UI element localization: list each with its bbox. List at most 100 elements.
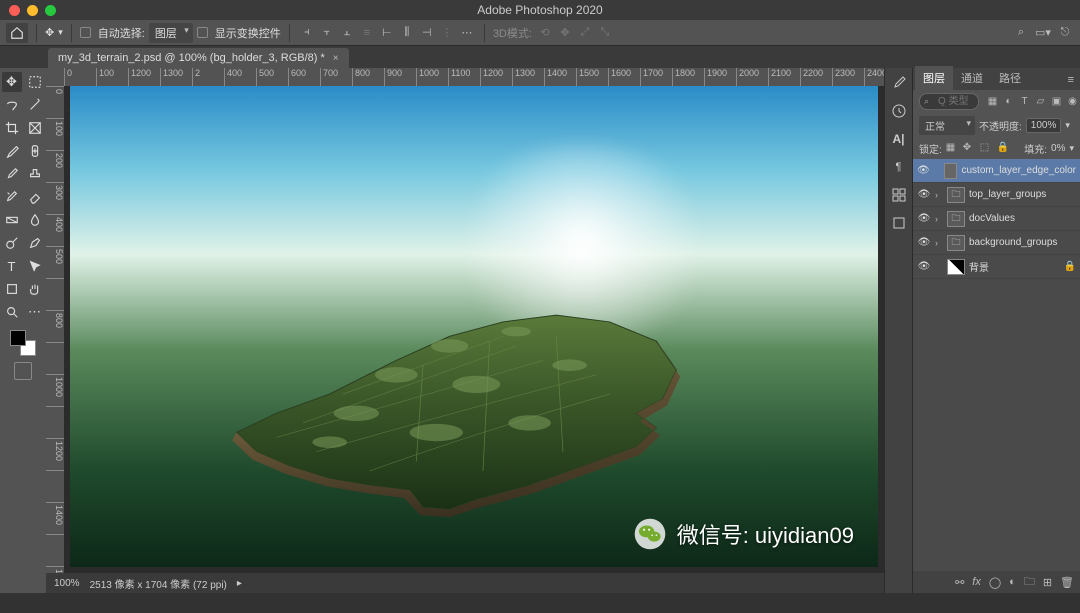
expand-arrow-icon[interactable]: ›	[935, 238, 943, 248]
layer-name[interactable]: 背景	[969, 259, 989, 274]
distribute-h-icon[interactable]: ⋮	[438, 24, 456, 42]
eraser-tool[interactable]	[25, 187, 45, 207]
zoom-tool[interactable]	[2, 302, 22, 322]
swatches-panel-icon[interactable]	[890, 186, 908, 204]
close-tab-icon[interactable]: ×	[333, 53, 339, 64]
layer-row[interactable]: 👁›🗀top_layer_groups	[913, 183, 1080, 207]
expand-arrow-icon[interactable]: ›	[935, 190, 943, 200]
magic-wand-tool[interactable]	[25, 95, 45, 115]
fg-color-swatch[interactable]	[10, 330, 26, 346]
link-layers-icon[interactable]: ⚯	[955, 576, 964, 589]
ruler-vertical[interactable]: 01002003004005008001000120014001600	[46, 86, 64, 573]
lock-all-icon[interactable]: 🔒	[997, 142, 1010, 155]
doc-info[interactable]: 2513 像素 x 1704 像素 (72 ppi)	[90, 576, 227, 591]
document-tab[interactable]: my_3d_terrain_2.psd @ 100% (bg_holder_3,…	[48, 48, 349, 68]
tab-channels[interactable]: 通道	[953, 66, 991, 90]
filter-pixel-icon[interactable]: ▦	[986, 95, 999, 108]
crop-tool[interactable]	[2, 118, 22, 138]
move-tool-icon[interactable]: ✥	[45, 26, 54, 39]
layer-thumbnail[interactable]	[944, 163, 958, 179]
character-panel-icon[interactable]: A|	[890, 130, 908, 148]
dodge-tool[interactable]	[2, 233, 22, 253]
distribute-v-icon[interactable]: ≡	[358, 24, 376, 42]
new-group-icon[interactable]: 🗀	[1024, 573, 1035, 592]
search-icon[interactable]: ⌕	[1012, 24, 1030, 42]
layer-name[interactable]: background_groups	[969, 237, 1057, 248]
eyedropper-tool[interactable]	[2, 141, 22, 161]
quickmask-toggle[interactable]	[14, 362, 32, 380]
canvas[interactable]	[70, 86, 878, 567]
home-button[interactable]	[6, 23, 28, 43]
filter-type-icon[interactable]: T	[1018, 95, 1031, 108]
visibility-icon[interactable]: 👁	[917, 237, 931, 248]
history-brush-tool[interactable]	[2, 187, 22, 207]
brush-settings-icon[interactable]	[890, 74, 908, 92]
filter-smart-icon[interactable]: ▣	[1050, 95, 1063, 108]
gradient-tool[interactable]	[2, 210, 22, 230]
layer-name[interactable]: docValues	[969, 213, 1015, 224]
opacity-value[interactable]: 100%	[1026, 118, 1062, 133]
visibility-icon[interactable]: 👁	[917, 189, 931, 200]
tab-paths[interactable]: 路径	[991, 66, 1029, 90]
align-bottom-icon[interactable]: ⫠	[338, 24, 356, 42]
chevron-down-icon[interactable]: ▾	[1065, 120, 1070, 131]
lock-artboard-icon[interactable]: ⬚	[980, 142, 993, 155]
folder-icon[interactable]: 🗀	[947, 187, 965, 203]
lasso-tool[interactable]	[2, 95, 22, 115]
lock-pixels-icon[interactable]: ▦	[946, 142, 959, 155]
align-right-icon[interactable]: ⊣	[418, 24, 436, 42]
color-swatches[interactable]	[10, 330, 36, 356]
more-align-icon[interactable]: ⋯	[458, 24, 476, 42]
new-layer-icon[interactable]: ⊞	[1043, 576, 1052, 589]
ruler-corner[interactable]	[46, 68, 64, 86]
filter-shape-icon[interactable]: ▱	[1034, 95, 1047, 108]
visibility-icon[interactable]: 👁	[917, 165, 930, 176]
edit-toolbar[interactable]: ⋯	[25, 302, 45, 322]
chevron-down-icon[interactable]: ▾	[1069, 143, 1074, 154]
layer-fx-icon[interactable]: fx	[972, 576, 981, 588]
fill-value[interactable]: 0%	[1051, 143, 1065, 154]
align-vcenter-icon[interactable]: ⫟	[318, 24, 336, 42]
blur-tool[interactable]	[25, 210, 45, 230]
move-tool[interactable]: ✥	[2, 72, 22, 92]
layer-thumbnail[interactable]	[947, 259, 965, 275]
shape-tool[interactable]	[2, 279, 22, 299]
layer-row[interactable]: 👁›🗀background_groups	[913, 231, 1080, 255]
minimize-window-icon[interactable]	[27, 5, 38, 16]
expand-arrow-icon[interactable]: ›	[935, 214, 943, 224]
show-transform-checkbox[interactable]	[197, 27, 208, 38]
close-window-icon[interactable]	[9, 5, 20, 16]
align-top-icon[interactable]: ⫞	[298, 24, 316, 42]
path-select-tool[interactable]	[25, 256, 45, 276]
frame-tool[interactable]	[25, 118, 45, 138]
canvas-viewport[interactable]: 微信号: uiyidian09	[64, 86, 884, 573]
hand-tool[interactable]	[25, 279, 45, 299]
zoom-value[interactable]: 100%	[54, 578, 80, 589]
share-icon[interactable]: ⎋	[1056, 24, 1074, 42]
pen-tool[interactable]	[25, 233, 45, 253]
delete-layer-icon[interactable]: 🗑	[1060, 576, 1074, 589]
layer-mask-icon[interactable]: ◯	[989, 576, 1001, 589]
ruler-horizontal[interactable]: 0100120013002400500600700800900100011001…	[64, 68, 884, 86]
panel-menu-icon[interactable]: ≡	[1062, 70, 1080, 90]
visibility-icon[interactable]: 👁	[917, 261, 931, 272]
tab-layers[interactable]: 图层	[915, 66, 953, 90]
layer-row[interactable]: 👁 背景🔒	[913, 255, 1080, 279]
marquee-tool[interactable]	[25, 72, 45, 92]
layer-name[interactable]: custom_layer_edge_color	[961, 165, 1076, 176]
filter-adjust-icon[interactable]: ◐	[1002, 95, 1015, 108]
workspace-icon[interactable]: ▭▾	[1034, 24, 1052, 42]
lock-position-icon[interactable]: ✥	[963, 142, 976, 155]
stamp-tool[interactable]	[25, 164, 45, 184]
brush-tool[interactable]	[2, 164, 22, 184]
layer-row[interactable]: 👁 custom_layer_edge_color	[913, 159, 1080, 183]
doc-info-arrow[interactable]: ▸	[237, 578, 242, 589]
paragraph-panel-icon[interactable]: ¶	[890, 158, 908, 176]
new-adjustment-icon[interactable]: ◐	[1009, 576, 1016, 588]
layer-row[interactable]: 👁›🗀docValues	[913, 207, 1080, 231]
blend-mode-dropdown[interactable]: 正常	[919, 116, 975, 135]
auto-select-dropdown[interactable]: 图层	[149, 23, 193, 43]
align-hcenter-icon[interactable]: ⫼	[398, 24, 416, 42]
auto-select-checkbox[interactable]	[80, 27, 91, 38]
filter-toggle-icon[interactable]: ◉	[1066, 95, 1079, 108]
